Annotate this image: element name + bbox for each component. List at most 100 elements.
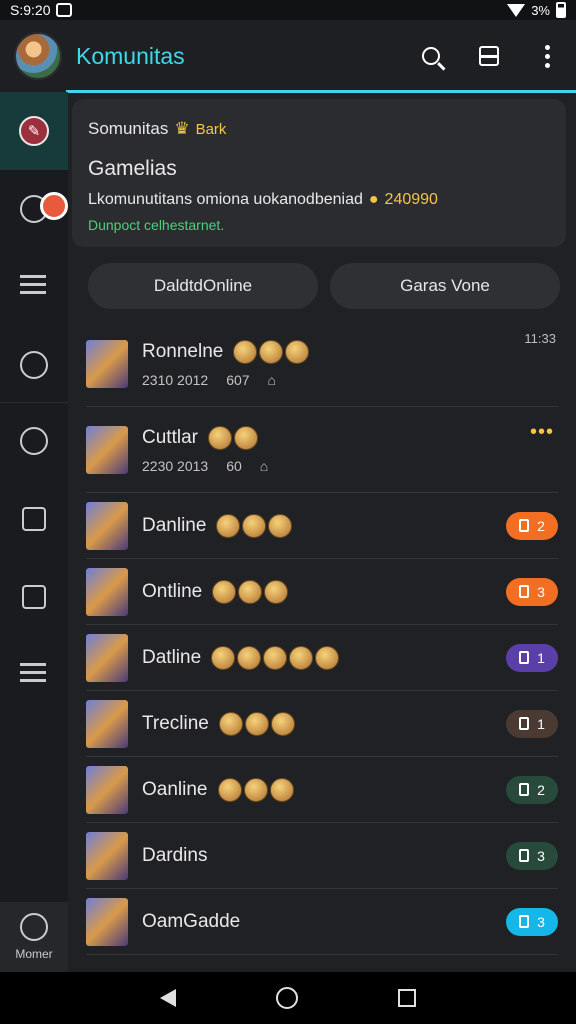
row-subtext: 2310 2012 (142, 371, 209, 388)
row-name: Cuttlar (142, 426, 198, 448)
emoji-group (212, 579, 289, 604)
info-card[interactable]: Somunitas ♛ Bark Gamelias Lkomunutitans … (72, 99, 566, 247)
member-badge: 1 (506, 709, 558, 738)
list-item[interactable]: Datline 1 (86, 625, 558, 691)
community-icon: ✎ (19, 116, 49, 146)
list-item[interactable]: Trecline 1 (86, 691, 558, 757)
home-icon: ⌂ (259, 457, 269, 474)
member-badge: 1 (506, 643, 558, 672)
rail-item-messages[interactable] (0, 170, 68, 248)
member-badge: 3 (506, 841, 558, 870)
card-tag: Bark (195, 120, 227, 138)
badge-count: 3 (537, 583, 545, 600)
member-badge: 2 (506, 775, 558, 804)
row-name: Oanline (142, 778, 208, 800)
coin-icon: ● (368, 191, 379, 208)
user-icon (519, 783, 530, 796)
row-name: Ontline (142, 580, 203, 602)
search-button[interactable] (416, 41, 446, 71)
rail-item-history[interactable] (0, 402, 68, 480)
badge-count: 2 (537, 517, 545, 534)
user-icon (519, 717, 530, 730)
user-icon (519, 849, 530, 862)
rail-item-discover[interactable] (0, 326, 68, 404)
more-vert-icon (544, 44, 550, 68)
list-item[interactable]: Dardins 3 (86, 823, 558, 889)
game-thumbnail (86, 897, 128, 946)
notification-icon (56, 3, 73, 17)
row-subtext: 2230 2013 (142, 457, 209, 474)
clock-icon (20, 427, 48, 455)
row-time: 11:33 (524, 331, 556, 346)
filter-bar: DaldtdOnline Garas Vone (88, 263, 560, 309)
status-bar: S:9:20 3% (0, 0, 576, 20)
app-bar: Komunitas (0, 20, 576, 92)
list-item[interactable]: Cuttlar 2230 2013 60 ⌂ ••• (86, 407, 558, 493)
system-nav-bar (0, 972, 576, 1024)
rail-item-profile[interactable]: Momer (0, 902, 68, 972)
rail-bottom-label: Momer (15, 947, 53, 961)
card-count: 240990 (384, 191, 438, 208)
wifi-icon (507, 3, 526, 17)
list-icon (20, 273, 48, 301)
rail-item-files[interactable] (0, 558, 68, 636)
emoji-group (233, 339, 310, 364)
square-icon (22, 585, 46, 609)
card-description: Lkomunutitans omiona uokanodbeniad (88, 191, 363, 208)
badge-count: 2 (537, 781, 545, 798)
badge-count: 3 (537, 847, 545, 864)
rail-item-feed[interactable] (0, 248, 68, 326)
row-name: Danline (142, 514, 207, 536)
badge-count: 1 (537, 649, 545, 666)
compass-icon (20, 351, 48, 379)
emoji-group (207, 425, 258, 450)
list-item[interactable]: OamGadde 3 (86, 889, 558, 955)
search-icon (422, 47, 440, 65)
profile-icon (20, 913, 48, 941)
rail-item-shuffle[interactable] (0, 636, 68, 714)
user-icon (519, 651, 530, 664)
notification-badge (40, 192, 68, 220)
row-subtext-2: 60 (226, 457, 242, 474)
game-thumbnail (86, 765, 128, 814)
user-icon (519, 519, 530, 532)
game-thumbnail (86, 699, 128, 748)
game-thumbnail (86, 501, 128, 550)
recents-icon[interactable] (398, 989, 416, 1007)
list-item[interactable]: Ontline 3 (86, 559, 558, 625)
list-item[interactable]: Danline 2 (86, 493, 558, 559)
crown-icon: ♛ (174, 119, 190, 138)
game-thumbnail (86, 339, 128, 388)
more-dots[interactable]: ••• (530, 421, 554, 444)
share-icon (22, 507, 46, 531)
list-item[interactable]: Ronnelne 2310 2012 607 ⌂ 11:33 (86, 321, 558, 407)
view-toggle-button[interactable] (474, 41, 504, 71)
rail-item-home[interactable]: ✎ (0, 92, 68, 170)
row-name: OamGadde (142, 910, 241, 932)
row-name: Datline (142, 646, 202, 668)
battery-text: 3% (531, 2, 550, 18)
member-badge: 3 (506, 907, 558, 936)
game-thumbnail (86, 633, 128, 682)
layout-icon (479, 46, 499, 66)
home-button-icon[interactable] (276, 987, 298, 1009)
member-badge: 2 (506, 511, 558, 540)
row-name: Trecline (142, 712, 209, 734)
nav-rail: ✎ Momer (0, 92, 68, 972)
filter-online[interactable]: DaldtdOnline (88, 263, 318, 309)
emoji-group (216, 513, 293, 538)
battery-icon (556, 2, 566, 18)
row-subtext-2: 607 (226, 371, 250, 388)
game-thumbnail (86, 425, 128, 474)
emoji-group (218, 711, 295, 736)
rail-item-share[interactable] (0, 480, 68, 558)
list-item[interactable]: Oanline 2 (86, 757, 558, 823)
filter-voice[interactable]: Garas Vone (330, 263, 560, 309)
member-badge: 3 (506, 577, 558, 606)
server-avatar[interactable] (14, 32, 62, 80)
row-name: Ronnelne (142, 340, 224, 362)
user-icon (519, 585, 530, 598)
back-icon[interactable] (160, 989, 176, 1007)
user-icon (519, 915, 530, 928)
more-button[interactable] (532, 41, 562, 71)
